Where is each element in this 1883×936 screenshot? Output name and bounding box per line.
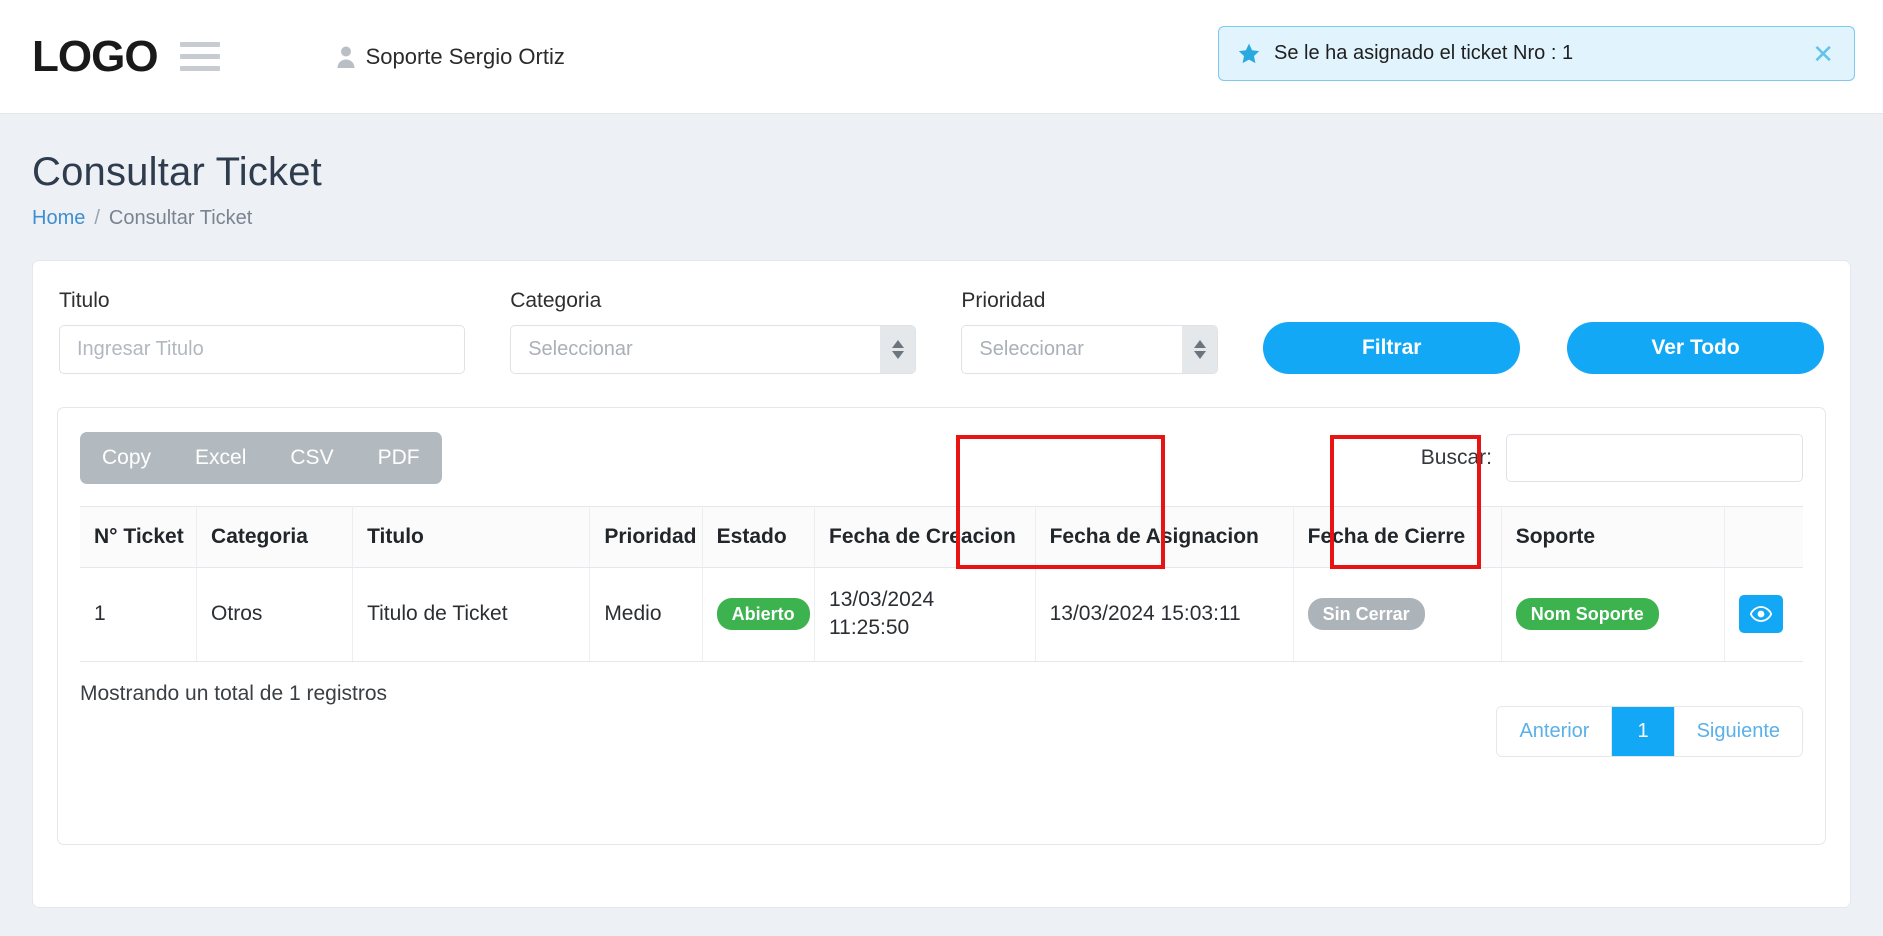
filtrar-button[interactable]: Filtrar (1263, 322, 1521, 374)
breadcrumb: Home / Consultar Ticket (32, 207, 1851, 230)
hamburger-bar (179, 66, 220, 71)
fecha-creacion-date: 13/03/2024 (829, 588, 935, 611)
header-soporte[interactable]: Soporte (1501, 506, 1726, 568)
header-categoria[interactable]: Categoria (196, 506, 354, 568)
header-titulo[interactable]: Titulo (352, 506, 591, 568)
chevron-down-icon (891, 351, 904, 359)
pdf-button[interactable]: PDF (356, 432, 442, 484)
app-logo[interactable]: LOGO (32, 34, 159, 79)
header-prioridad[interactable]: Prioridad (589, 506, 703, 568)
chevron-up-icon (891, 340, 904, 348)
filter-bar: Titulo Categoria Seleccionar Prioridad S… (57, 289, 1826, 374)
hamburger-icon[interactable] (179, 42, 220, 71)
titulo-input[interactable] (59, 325, 466, 374)
header-estado[interactable]: Estado (702, 506, 816, 568)
assignment-notification: Se le ha asignado el ticket Nro : 1 ✕ (1218, 26, 1855, 81)
view-ticket-button[interactable] (1739, 595, 1784, 634)
eye-icon (1750, 606, 1773, 623)
consultar-ticket-card: Titulo Categoria Seleccionar Prioridad S… (32, 260, 1851, 908)
field-categoria: Categoria Seleccionar (510, 289, 917, 374)
notification-message: Se le ha asignado el ticket Nro : 1 (1274, 42, 1574, 64)
table-toolbar: Copy Excel CSV PDF Buscar: (80, 432, 1803, 484)
fecha-creacion-time: 11:25:50 (829, 616, 910, 640)
table-search: Buscar: (1421, 434, 1803, 482)
header-fecha-cierre[interactable]: Fecha de Cierre (1293, 506, 1502, 568)
categoria-selected-value: Seleccionar (528, 338, 633, 360)
csv-button[interactable]: CSV (268, 432, 355, 484)
page-title: Consultar Ticket (32, 150, 322, 194)
breadcrumb-home-link[interactable]: Home (32, 207, 85, 230)
hamburger-bar (179, 54, 220, 59)
ver-todo-button[interactable]: Ver Todo (1567, 322, 1824, 374)
chevron-up-icon (1193, 340, 1206, 348)
hamburger-bar (179, 42, 220, 47)
header-fecha-creacion[interactable]: Fecha de Creacion (814, 506, 1036, 568)
record-count-label: Mostrando un total de 1 registros (80, 681, 388, 705)
cell-fecha-asignacion: 13/03/2024 15:03:11 (1035, 567, 1294, 662)
breadcrumb-current: Consultar Ticket (108, 207, 253, 229)
user-name-label: Soporte Sergio Ortiz (365, 43, 565, 69)
export-button-group: Copy Excel CSV PDF (80, 432, 442, 484)
cell-prioridad: Medio (589, 567, 703, 662)
soporte-badge: Nom Soporte (1515, 598, 1659, 631)
pagination-next[interactable]: Siguiente (1674, 706, 1802, 756)
star-icon (1238, 43, 1260, 63)
pagination: Anterior 1 Siguiente (1496, 705, 1803, 757)
cell-n-ticket: 1 (80, 567, 198, 662)
field-titulo: Titulo (59, 289, 466, 374)
table-header-row: N° Ticket Categoria Titulo Prioridad Est… (80, 506, 1803, 568)
pagination-previous[interactable]: Anterior (1497, 706, 1613, 756)
user-avatar-icon (337, 46, 355, 68)
tickets-table: N° Ticket Categoria Titulo Prioridad Est… (80, 506, 1803, 662)
categoria-select[interactable]: Seleccionar (510, 325, 917, 374)
table-footer: Mostrando un total de 1 registros Anteri… (80, 682, 1803, 757)
cell-acciones (1724, 567, 1803, 662)
buscar-label: Buscar: (1420, 446, 1492, 469)
cell-soporte: Nom Soporte (1501, 567, 1726, 662)
header-fecha-asignacion[interactable]: Fecha de Asignacion (1035, 506, 1294, 568)
prioridad-label: Prioridad (961, 289, 1046, 312)
tickets-table-card: Copy Excel CSV PDF Buscar: N° Ticket Cat… (57, 407, 1826, 845)
field-prioridad: Prioridad Seleccionar (961, 289, 1219, 374)
copy-button[interactable]: Copy (80, 432, 173, 484)
page-body: Consultar Ticket Home / Consultar Ticket… (0, 114, 1883, 936)
buscar-input[interactable] (1506, 434, 1803, 482)
cell-estado: Abierto (702, 567, 816, 662)
cell-titulo: Titulo de Ticket (352, 567, 591, 662)
chevron-updown-icon[interactable] (1182, 326, 1218, 373)
chevron-updown-icon[interactable] (880, 326, 916, 373)
status-badge-sin-cerrar: Sin Cerrar (1307, 598, 1425, 631)
breadcrumb-separator: / (94, 207, 100, 229)
chevron-down-icon (1193, 351, 1206, 359)
top-navbar: LOGO Soporte Sergio Ortiz Se le ha asign… (0, 0, 1883, 114)
table-row[interactable]: 1 Otros Titulo de Ticket Medio Abierto 1… (80, 567, 1803, 662)
header-n-ticket[interactable]: N° Ticket (80, 506, 198, 568)
excel-button[interactable]: Excel (173, 432, 268, 484)
table-head: N° Ticket Categoria Titulo Prioridad Est… (80, 506, 1803, 568)
status-badge-abierto: Abierto (716, 598, 810, 631)
pagination-page-1[interactable]: 1 (1612, 706, 1675, 756)
header-acciones (1724, 506, 1803, 568)
user-info[interactable]: Soporte Sergio Ortiz (336, 44, 565, 70)
cell-fecha-creacion: 13/03/2024 11:25:50 (814, 567, 1036, 662)
table-body: 1 Otros Titulo de Ticket Medio Abierto 1… (80, 567, 1803, 662)
prioridad-selected-value: Seleccionar (979, 338, 1084, 360)
cell-categoria: Otros (196, 567, 354, 662)
categoria-label: Categoria (510, 289, 602, 312)
close-icon[interactable]: ✕ (1810, 41, 1836, 67)
prioridad-select[interactable]: Seleccionar (961, 325, 1219, 374)
cell-fecha-cierre: Sin Cerrar (1293, 567, 1502, 662)
titulo-label: Titulo (59, 289, 110, 312)
